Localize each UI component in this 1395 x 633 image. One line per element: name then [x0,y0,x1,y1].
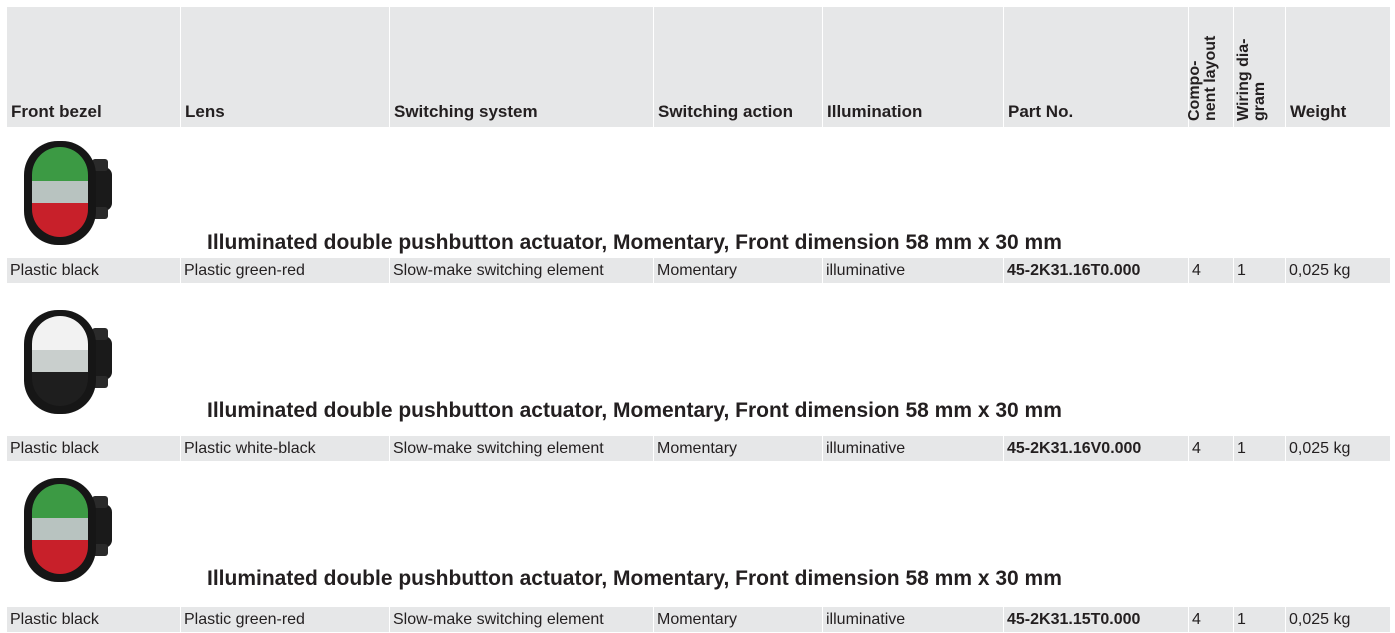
header-lens: Lens [181,7,390,127]
header-switching-action: Switching action [654,7,823,127]
cell-switching-action: Momentary [654,258,823,283]
cell-weight: 0,025 kg [1289,440,1351,457]
header-illumination: Illumination [823,7,1004,127]
cell-lens: Plastic green-red [181,607,390,632]
green-red-pushbutton-image [24,141,112,245]
cell-illumination: illuminative [823,436,1004,461]
header-wiring-diagram-label: Wiring dia-gram [1234,38,1268,121]
cell-illumination: illuminative [823,258,1004,283]
cell-switching-system: Slow-make switching element [390,436,654,461]
cell-wiring-diagram: 1 [1234,607,1286,632]
header-switching-action-label: Switching action [658,102,794,121]
cell-component-layout: 4 [1189,607,1234,632]
header-switching-system-label: Switching system [394,102,538,121]
cell-component-layout: 4 [1189,436,1234,461]
cell-front-bezel: Plastic black [7,607,181,632]
white-black-pushbutton-image [24,310,112,414]
header-front-bezel: Front bezel [7,7,181,127]
header-component-layout-line2: nent layout [1202,35,1219,121]
table-header: Front bezel Lens Switching system Switch… [7,7,1390,127]
header-wiring-diagram-line2: gram [1250,81,1268,121]
product-title: Illuminated double pushbutton actuator, … [207,231,1062,254]
header-component-layout-label: Compo-nent layout [1186,35,1219,121]
table-row: Plastic black Plastic green-red Slow-mak… [7,607,1390,632]
header-component-layout: Compo-nent layout [1186,7,1234,127]
cell-weight: 0,025 kg [1289,611,1351,628]
product-title: Illuminated double pushbutton actuator, … [207,567,1062,590]
table-row: Plastic black Plastic green-red Slow-mak… [7,258,1390,283]
header-front-bezel-label: Front bezel [11,102,102,121]
header-illumination-label: Illumination [827,102,923,121]
green-red-pushbutton-image [24,478,112,582]
product-title: Illuminated double pushbutton actuator, … [207,399,1062,422]
product-group: Illuminated double pushbutton actuator, … [0,127,1395,303]
cell-part-no: 45-2K31.16V0.000 [1004,436,1189,461]
header-weight: Weight [1286,7,1390,127]
cell-lens: Plastic green-red [181,258,390,283]
product-group: Illuminated double pushbutton actuator, … [0,471,1395,633]
cell-part-no: 45-2K31.16T0.000 [1004,258,1189,283]
header-switching-system: Switching system [390,7,654,127]
header-part-no-label: Part No. [1008,102,1074,121]
cell-weight: 0,025 kg [1289,262,1351,279]
cell-illumination: illuminative [823,607,1004,632]
cell-front-bezel: Plastic black [7,436,181,461]
cell-part-no: 45-2K31.15T0.000 [1004,607,1189,632]
product-group: Illuminated double pushbutton actuator, … [0,303,1395,471]
cell-switching-system: Slow-make switching element [390,258,654,283]
cell-switching-action: Momentary [654,607,823,632]
cell-lens: Plastic white-black [181,436,390,461]
cell-front-bezel: Plastic black [7,258,181,283]
cell-wiring-diagram: 1 [1234,258,1286,283]
table-row: Plastic black Plastic white-black Slow-m… [7,436,1390,461]
cell-component-layout: 4 [1189,258,1234,283]
header-part-no: Part No. [1004,7,1189,127]
header-wiring-diagram: Wiring dia-gram [1234,7,1286,127]
product-table: Front bezel Lens Switching system Switch… [0,0,1395,633]
header-component-layout-line1: Compo- [1186,60,1203,121]
header-lens-label: Lens [185,102,225,121]
cell-wiring-diagram: 1 [1234,436,1286,461]
cell-switching-system: Slow-make switching element [390,607,654,632]
header-wiring-diagram-line1: Wiring dia- [1234,38,1252,121]
cell-switching-action: Momentary [654,436,823,461]
header-weight-label: Weight [1290,102,1347,121]
